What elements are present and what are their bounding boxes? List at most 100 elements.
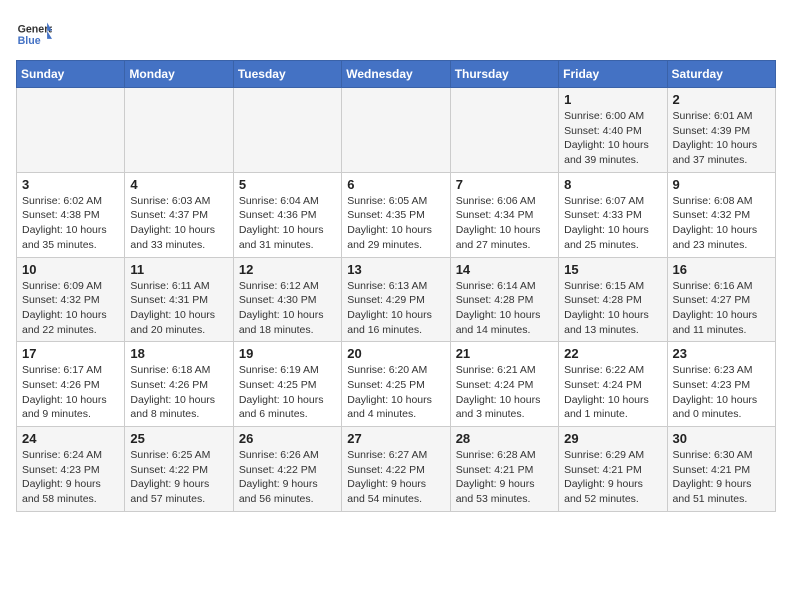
logo: General Blue (16, 16, 56, 52)
day-number: 26 (239, 431, 336, 446)
calendar-day-cell: 17 Sunrise: 6:17 AM Sunset: 4:26 PM Dayli… (17, 342, 125, 427)
calendar-day-cell: 5 Sunrise: 6:04 AM Sunset: 4:36 PM Daylig… (233, 172, 341, 257)
day-number: 23 (673, 346, 770, 361)
day-info: Sunrise: 6:29 AM Sunset: 4:21 PM Dayligh… (564, 448, 661, 507)
day-info: Sunrise: 6:05 AM Sunset: 4:35 PM Dayligh… (347, 194, 444, 253)
day-number: 8 (564, 177, 661, 192)
day-of-week-header: Sunday (17, 61, 125, 88)
calendar-day-cell: 16 Sunrise: 6:16 AM Sunset: 4:27 PM Dayli… (667, 257, 775, 342)
day-info: Sunrise: 6:26 AM Sunset: 4:22 PM Dayligh… (239, 448, 336, 507)
day-number: 9 (673, 177, 770, 192)
day-of-week-header: Tuesday (233, 61, 341, 88)
calendar-day-cell: 21 Sunrise: 6:21 AM Sunset: 4:24 PM Dayli… (450, 342, 558, 427)
calendar-week-row: 24 Sunrise: 6:24 AM Sunset: 4:23 PM Dayli… (17, 427, 776, 512)
day-of-week-header: Monday (125, 61, 233, 88)
calendar-week-row: 3 Sunrise: 6:02 AM Sunset: 4:38 PM Daylig… (17, 172, 776, 257)
calendar-day-cell: 19 Sunrise: 6:19 AM Sunset: 4:25 PM Dayli… (233, 342, 341, 427)
day-number: 24 (22, 431, 119, 446)
calendar-day-cell: 27 Sunrise: 6:27 AM Sunset: 4:22 PM Dayli… (342, 427, 450, 512)
day-info: Sunrise: 6:09 AM Sunset: 4:32 PM Dayligh… (22, 279, 119, 338)
day-info: Sunrise: 6:07 AM Sunset: 4:33 PM Dayligh… (564, 194, 661, 253)
day-info: Sunrise: 6:11 AM Sunset: 4:31 PM Dayligh… (130, 279, 227, 338)
day-number: 29 (564, 431, 661, 446)
day-info: Sunrise: 6:06 AM Sunset: 4:34 PM Dayligh… (456, 194, 553, 253)
day-info: Sunrise: 6:00 AM Sunset: 4:40 PM Dayligh… (564, 109, 661, 168)
calendar-day-cell: 11 Sunrise: 6:11 AM Sunset: 4:31 PM Dayli… (125, 257, 233, 342)
day-number: 6 (347, 177, 444, 192)
day-info: Sunrise: 6:15 AM Sunset: 4:28 PM Dayligh… (564, 279, 661, 338)
empty-day-cell (233, 88, 341, 173)
day-number: 10 (22, 262, 119, 277)
day-number: 30 (673, 431, 770, 446)
calendar-header-row: SundayMondayTuesdayWednesdayThursdayFrid… (17, 61, 776, 88)
day-of-week-header: Saturday (667, 61, 775, 88)
empty-day-cell (450, 88, 558, 173)
calendar-day-cell: 9 Sunrise: 6:08 AM Sunset: 4:32 PM Daylig… (667, 172, 775, 257)
svg-text:General: General (18, 23, 52, 35)
day-info: Sunrise: 6:23 AM Sunset: 4:23 PM Dayligh… (673, 363, 770, 422)
day-info: Sunrise: 6:16 AM Sunset: 4:27 PM Dayligh… (673, 279, 770, 338)
day-info: Sunrise: 6:08 AM Sunset: 4:32 PM Dayligh… (673, 194, 770, 253)
day-number: 16 (673, 262, 770, 277)
calendar-day-cell: 7Sunrise: 6:06 AM Sunset: 4:34 PM Daylig… (450, 172, 558, 257)
day-number: 3 (22, 177, 119, 192)
day-number: 25 (130, 431, 227, 446)
day-number: 21 (456, 346, 553, 361)
calendar-day-cell: 28Sunrise: 6:28 AM Sunset: 4:21 PM Dayli… (450, 427, 558, 512)
calendar-table: SundayMondayTuesdayWednesdayThursdayFrid… (16, 60, 776, 512)
empty-day-cell (125, 88, 233, 173)
calendar-day-cell: 10 Sunrise: 6:09 AM Sunset: 4:32 PM Dayli… (17, 257, 125, 342)
day-info: Sunrise: 6:13 AM Sunset: 4:29 PM Dayligh… (347, 279, 444, 338)
empty-day-cell (342, 88, 450, 173)
day-number: 11 (130, 262, 227, 277)
day-info: Sunrise: 6:24 AM Sunset: 4:23 PM Dayligh… (22, 448, 119, 507)
svg-text:Blue: Blue (18, 35, 41, 47)
day-number: 12 (239, 262, 336, 277)
calendar-day-cell: 15 Sunrise: 6:15 AM Sunset: 4:28 PM Dayli… (559, 257, 667, 342)
calendar-day-cell: 12 Sunrise: 6:12 AM Sunset: 4:30 PM Dayli… (233, 257, 341, 342)
calendar-day-cell: 4Sunrise: 6:03 AM Sunset: 4:37 PM Daylig… (125, 172, 233, 257)
day-number: 20 (347, 346, 444, 361)
calendar-day-cell: 2 Sunrise: 6:01 AM Sunset: 4:39 PM Daylig… (667, 88, 775, 173)
calendar-day-cell: 29 Sunrise: 6:29 AM Sunset: 4:21 PM Dayli… (559, 427, 667, 512)
page-header: General Blue (16, 16, 776, 52)
day-info: Sunrise: 6:19 AM Sunset: 4:25 PM Dayligh… (239, 363, 336, 422)
calendar-day-cell: 8 Sunrise: 6:07 AM Sunset: 4:33 PM Daylig… (559, 172, 667, 257)
day-number: 14 (456, 262, 553, 277)
day-info: Sunrise: 6:20 AM Sunset: 4:25 PM Dayligh… (347, 363, 444, 422)
day-info: Sunrise: 6:27 AM Sunset: 4:22 PM Dayligh… (347, 448, 444, 507)
calendar-day-cell: 6 Sunrise: 6:05 AM Sunset: 4:35 PM Daylig… (342, 172, 450, 257)
day-info: Sunrise: 6:17 AM Sunset: 4:26 PM Dayligh… (22, 363, 119, 422)
calendar-day-cell: 18Sunrise: 6:18 AM Sunset: 4:26 PM Dayli… (125, 342, 233, 427)
day-info: Sunrise: 6:30 AM Sunset: 4:21 PM Dayligh… (673, 448, 770, 507)
day-number: 19 (239, 346, 336, 361)
day-number: 17 (22, 346, 119, 361)
calendar-day-cell: 30 Sunrise: 6:30 AM Sunset: 4:21 PM Dayli… (667, 427, 775, 512)
day-number: 5 (239, 177, 336, 192)
day-number: 15 (564, 262, 661, 277)
calendar-day-cell: 24 Sunrise: 6:24 AM Sunset: 4:23 PM Dayli… (17, 427, 125, 512)
day-info: Sunrise: 6:22 AM Sunset: 4:24 PM Dayligh… (564, 363, 661, 422)
day-info: Sunrise: 6:21 AM Sunset: 4:24 PM Dayligh… (456, 363, 553, 422)
day-info: Sunrise: 6:04 AM Sunset: 4:36 PM Dayligh… (239, 194, 336, 253)
calendar-day-cell: 13 Sunrise: 6:13 AM Sunset: 4:29 PM Dayli… (342, 257, 450, 342)
calendar-day-cell: 25Sunrise: 6:25 AM Sunset: 4:22 PM Dayli… (125, 427, 233, 512)
day-info: Sunrise: 6:12 AM Sunset: 4:30 PM Dayligh… (239, 279, 336, 338)
day-number: 27 (347, 431, 444, 446)
day-info: Sunrise: 6:02 AM Sunset: 4:38 PM Dayligh… (22, 194, 119, 253)
day-number: 22 (564, 346, 661, 361)
calendar-week-row: 1Sunrise: 6:00 AM Sunset: 4:40 PM Daylig… (17, 88, 776, 173)
day-number: 18 (130, 346, 227, 361)
calendar-day-cell: 23 Sunrise: 6:23 AM Sunset: 4:23 PM Dayli… (667, 342, 775, 427)
calendar-day-cell: 26 Sunrise: 6:26 AM Sunset: 4:22 PM Dayli… (233, 427, 341, 512)
day-info: Sunrise: 6:14 AM Sunset: 4:28 PM Dayligh… (456, 279, 553, 338)
calendar-week-row: 17 Sunrise: 6:17 AM Sunset: 4:26 PM Dayli… (17, 342, 776, 427)
calendar-day-cell: 14 Sunrise: 6:14 AM Sunset: 4:28 PM Dayli… (450, 257, 558, 342)
calendar-week-row: 10 Sunrise: 6:09 AM Sunset: 4:32 PM Dayli… (17, 257, 776, 342)
calendar-day-cell: 22 Sunrise: 6:22 AM Sunset: 4:24 PM Dayli… (559, 342, 667, 427)
day-number: 2 (673, 92, 770, 107)
day-number: 13 (347, 262, 444, 277)
day-number: 4 (130, 177, 227, 192)
day-info: Sunrise: 6:01 AM Sunset: 4:39 PM Dayligh… (673, 109, 770, 168)
empty-day-cell (17, 88, 125, 173)
